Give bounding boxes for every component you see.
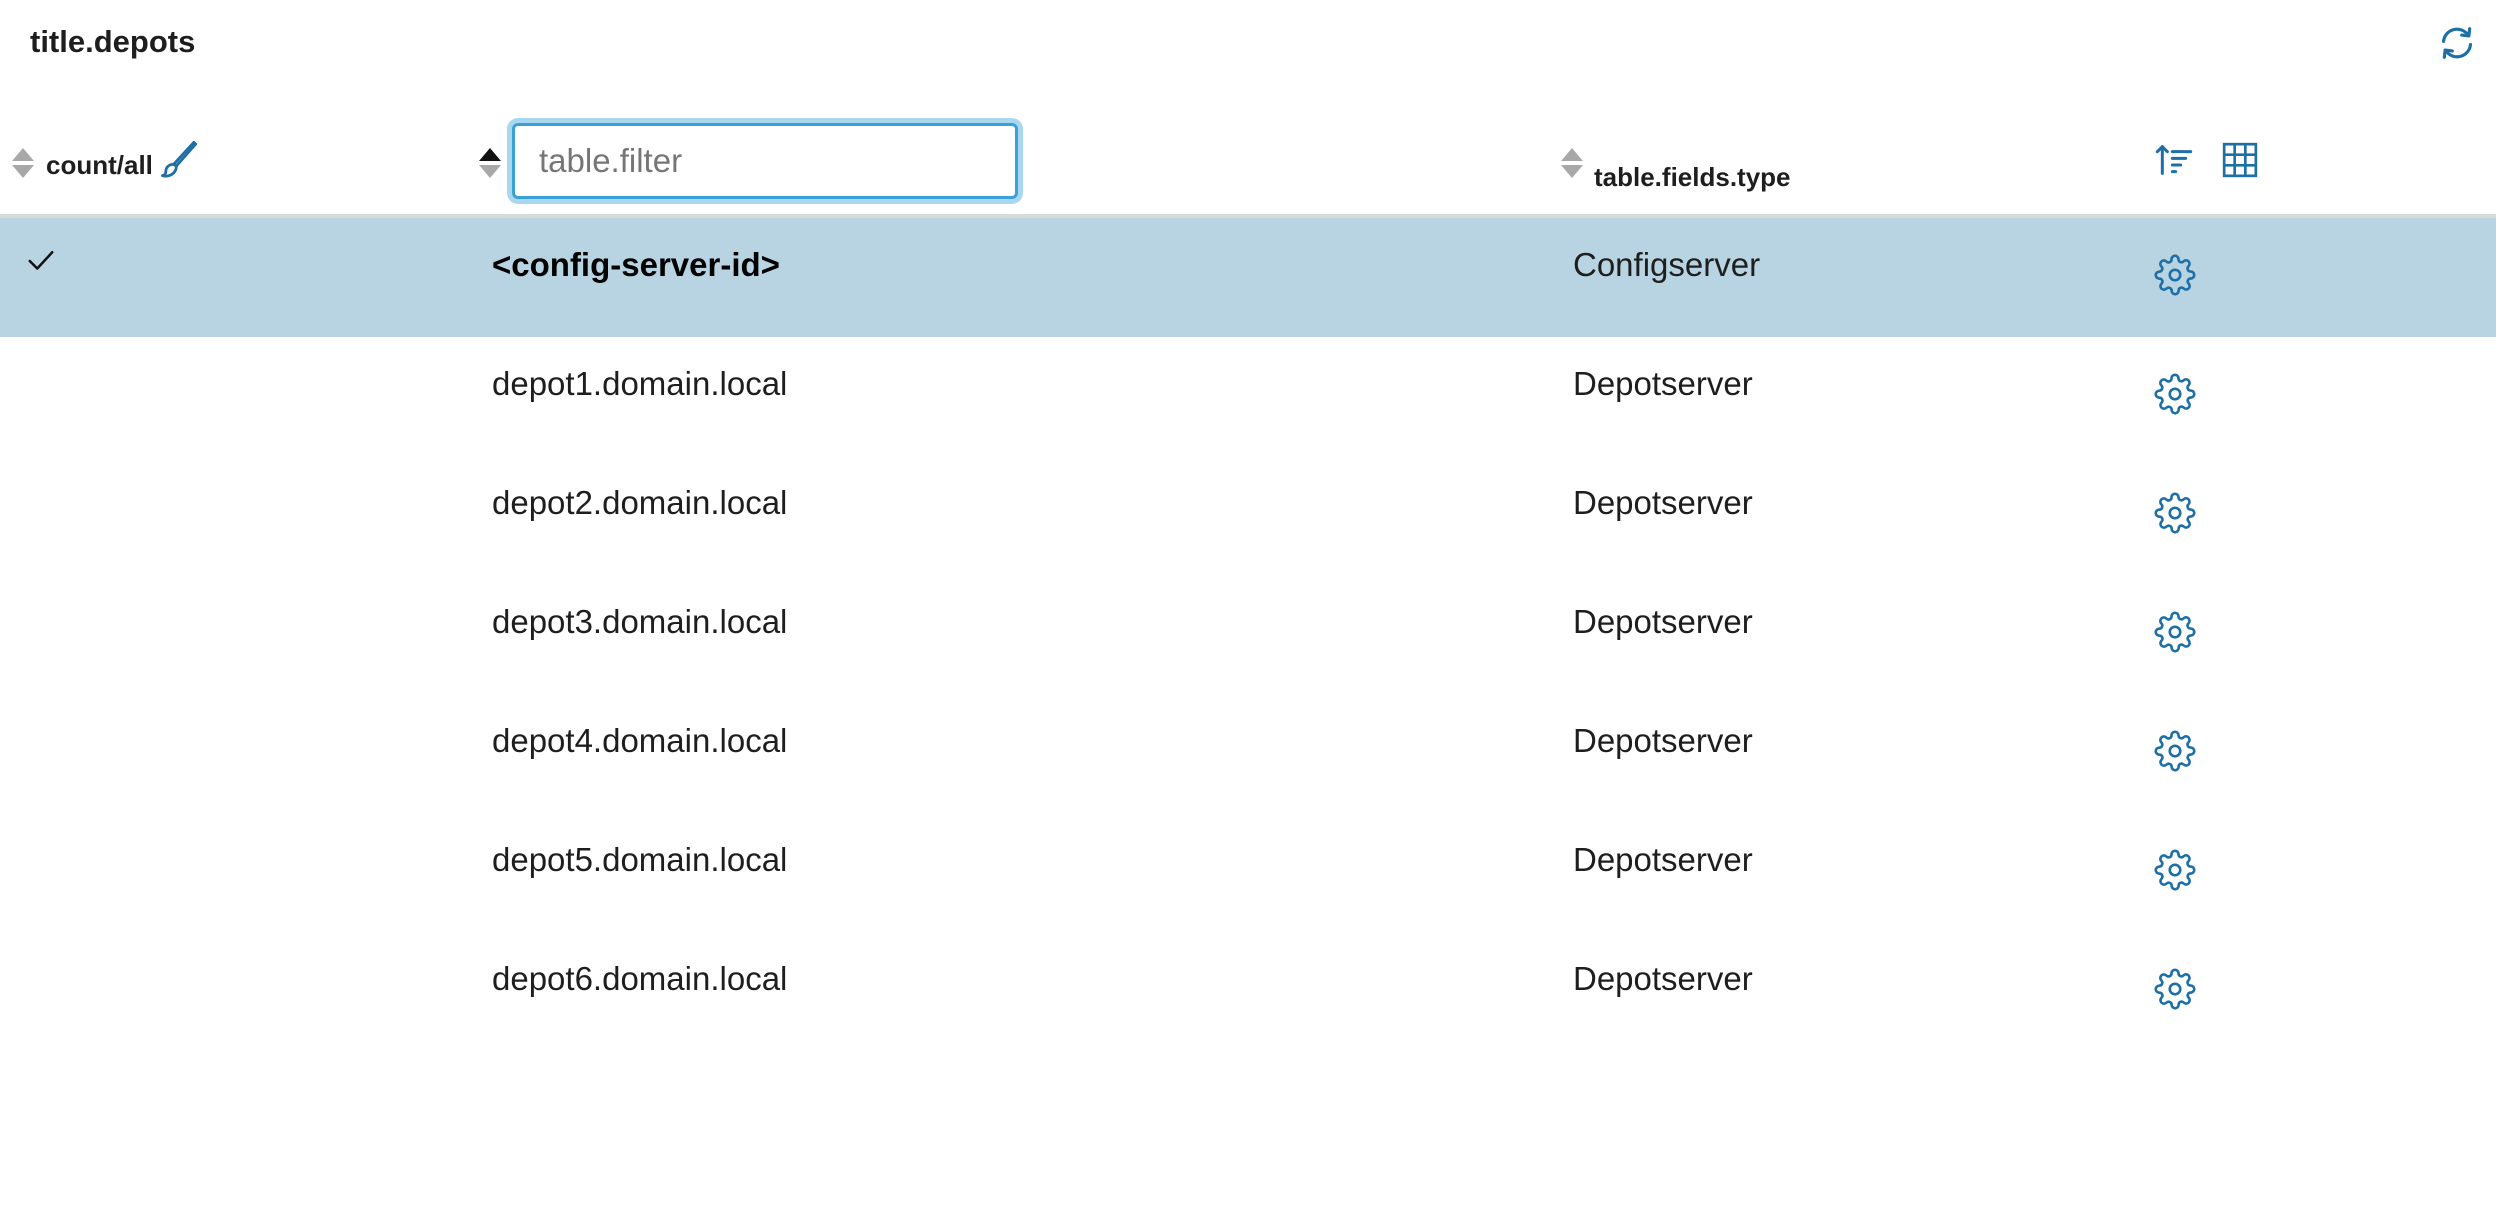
table-row[interactable]: depot2.domain.local Depotserver — [0, 456, 2496, 575]
table-row[interactable]: depot4.domain.local Depotserver — [0, 694, 2496, 813]
depot-name-cell: <config-server-id> — [492, 246, 780, 283]
row-settings-button[interactable] — [2154, 254, 2196, 296]
sort-down-icon — [12, 165, 34, 178]
gear-icon — [2154, 968, 2196, 1010]
sort-up-icon — [479, 148, 501, 161]
type-sort-toggle[interactable] — [1561, 148, 1583, 180]
refresh-icon — [2441, 27, 2473, 59]
brush-icon — [160, 140, 198, 178]
sort-up-icon — [1561, 148, 1583, 161]
table-header: count/all table.fields.type — [0, 118, 2496, 218]
depot-type-cell: Depotserver — [1573, 365, 1753, 402]
table-row[interactable]: depot3.domain.local Depotserver — [0, 575, 2496, 694]
depot-name-cell: depot2.domain.local — [492, 484, 788, 521]
column-settings-button[interactable] — [2220, 140, 2262, 182]
table-filter-input[interactable] — [512, 123, 1018, 199]
page-title: title.depots — [30, 24, 196, 59]
depot-type-cell: Depotserver — [1573, 960, 1753, 997]
depot-name-cell: depot4.domain.local — [492, 722, 788, 759]
row-settings-button[interactable] — [2154, 968, 2196, 1010]
refresh-button[interactable] — [2436, 22, 2478, 64]
depots-page: title.depots count/all table.filter tabl… — [0, 0, 2496, 1218]
gear-icon — [2154, 849, 2196, 891]
row-settings-button[interactable] — [2154, 492, 2196, 534]
gear-icon — [2154, 492, 2196, 534]
sort-lines-icon — [2155, 145, 2193, 175]
depot-type-cell: Depotserver — [1573, 484, 1753, 521]
check-icon — [26, 246, 56, 276]
row-settings-button[interactable] — [2154, 611, 2196, 653]
clear-selection-button[interactable] — [158, 138, 200, 180]
row-settings-button[interactable] — [2154, 849, 2196, 891]
gear-icon — [2154, 254, 2196, 296]
depot-name-cell: depot1.domain.local — [492, 365, 788, 402]
depot-type-cell: Depotserver — [1573, 603, 1753, 640]
sort-up-icon — [12, 148, 34, 161]
table-row[interactable]: depot1.domain.local Depotserver — [0, 337, 2496, 456]
gear-icon — [2154, 730, 2196, 772]
depot-name-cell: depot5.domain.local — [492, 841, 788, 878]
row-settings-button[interactable] — [2154, 730, 2196, 772]
depot-name-cell: depot3.domain.local — [492, 603, 788, 640]
gear-icon — [2154, 611, 2196, 653]
depot-type-cell: Depotserver — [1573, 841, 1753, 878]
sort-menu-button[interactable] — [2154, 140, 2196, 182]
depot-type-cell: Configserver — [1573, 246, 1761, 283]
depot-name-cell: depot6.domain.local — [492, 960, 788, 997]
count-all-label: count/all — [46, 150, 153, 180]
type-column-header: table.fields.type — [1594, 162, 1791, 192]
table-body: <config-server-id> Configserver depot1.d… — [0, 218, 2496, 1051]
table-row[interactable]: depot5.domain.local Depotserver — [0, 813, 2496, 932]
table-grid-icon — [2222, 142, 2258, 178]
gear-icon — [2154, 373, 2196, 415]
sort-down-icon — [1561, 165, 1583, 178]
table-row[interactable]: <config-server-id> Configserver — [0, 218, 2496, 337]
name-sort-toggle[interactable] — [479, 148, 501, 180]
table-row[interactable]: depot6.domain.local Depotserver — [0, 932, 2496, 1051]
count-sort-toggle[interactable] — [12, 148, 34, 180]
sort-down-icon — [479, 165, 501, 178]
row-settings-button[interactable] — [2154, 373, 2196, 415]
depot-type-cell: Depotserver — [1573, 722, 1753, 759]
